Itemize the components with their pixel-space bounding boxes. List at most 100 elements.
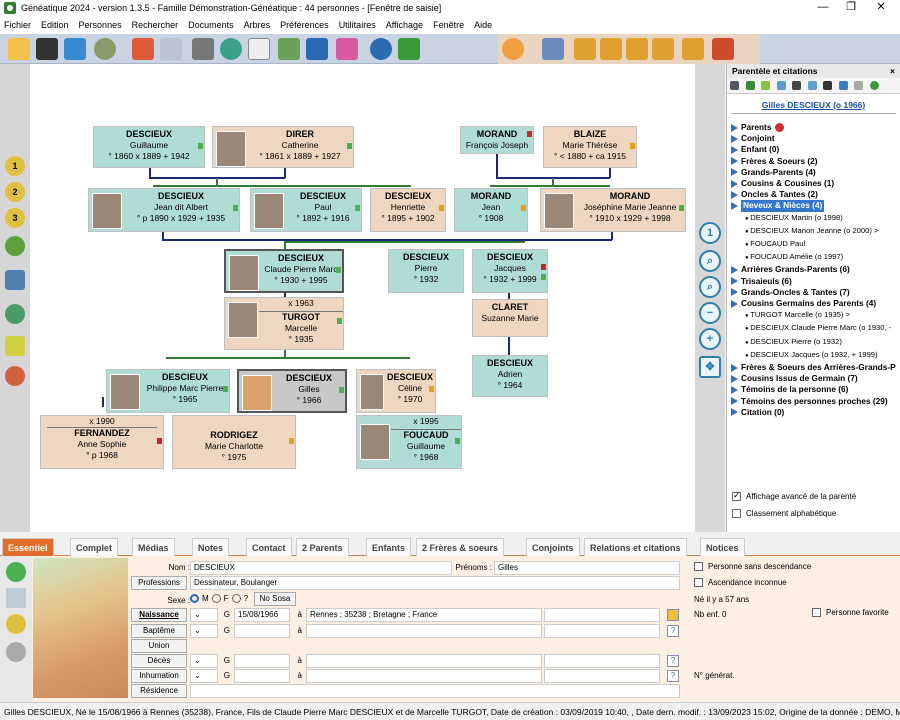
person-card-rodrigez[interactable]: RODRIGEZ Marie Charlotte ° 1975 <box>172 415 296 469</box>
person-card-guillaume[interactable]: DESCIEUX Guillaume ° 1860 x 1889 + 1942 <box>93 126 205 168</box>
radio-f[interactable] <box>211 594 221 603</box>
abc-icon[interactable] <box>823 81 833 90</box>
naissance-qualifier[interactable]: ⌄ <box>190 608 218 622</box>
generation-2-icon[interactable]: 2 <box>5 182 25 202</box>
help-icon[interactable] <box>370 38 392 60</box>
expand-arrow-icon[interactable] <box>731 190 738 199</box>
zoom-fit-icon[interactable]: ⌕ <box>699 276 721 298</box>
expand-arrow-icon[interactable] <box>731 277 738 286</box>
residence-button[interactable]: Résidence <box>131 684 187 698</box>
generation-1-icon[interactable]: 1 <box>5 156 25 176</box>
open-folder-icon[interactable] <box>8 38 30 60</box>
nom-field[interactable]: DESCIEUX <box>190 561 452 575</box>
tab-contact[interactable]: Contact <box>246 538 292 556</box>
tab-essentiel[interactable]: Essentiel <box>2 538 54 556</box>
document-icon[interactable] <box>248 38 270 60</box>
tab-complet[interactable]: Complet <box>70 538 118 556</box>
person-card-philippe[interactable]: DESCIEUX Philippe Marc Pierre ° 1965 <box>106 369 230 413</box>
person-card-jacques[interactable]: DESCIEUX Jacques ° 1932 + 1999 <box>472 249 548 293</box>
kinship-item[interactable]: Témoins de la personne (6) <box>731 384 900 395</box>
tab-notes[interactable]: Notes <box>192 538 230 556</box>
keyboard-icon[interactable] <box>192 38 214 60</box>
tab-conjoints[interactable]: Conjoints <box>526 538 580 556</box>
download-icon[interactable] <box>64 38 86 60</box>
kinship-item[interactable]: Conjoint <box>731 133 900 144</box>
kinship-item[interactable]: Enfant (0) <box>731 144 900 155</box>
panel-person-link[interactable]: Gilles DESCIEUX (o 1966) <box>731 96 896 114</box>
kinship-subitem[interactable]: FOUCAUD Amélie (o 1997) <box>731 251 900 264</box>
expand-arrow-icon[interactable] <box>731 266 738 275</box>
check-icon[interactable] <box>761 81 771 90</box>
person-card-gilles[interactable]: DESCIEUX Gilles ° 1966 <box>237 369 347 413</box>
person-card-josephine[interactable]: MORAND Joséphine Marie Jeanne ° 1910 x 1… <box>540 188 686 232</box>
kinship-subitem[interactable]: FOUCAUD Paul <box>731 238 900 251</box>
kinship-item[interactable]: Citation (0) <box>731 407 900 418</box>
tree-add-icon[interactable] <box>398 38 420 60</box>
tree-icon[interactable] <box>745 81 755 90</box>
expand-icon[interactable]: ✥ <box>699 356 721 378</box>
person-card-paul[interactable]: DESCIEUX Paul ° 1892 + 1916 <box>250 188 362 232</box>
tab-parents[interactable]: 2 Parents <box>296 538 349 556</box>
kinship-item[interactable]: Cousins Issus de Germain (7) <box>731 373 900 384</box>
kinship-subitem[interactable]: DESCIEUX Martin (o 1998) <box>731 212 900 225</box>
link-icon[interactable] <box>792 81 802 90</box>
kinship-subitem[interactable]: DESCIEUX Claude Pierre Marc (o 1930, - <box>731 322 900 335</box>
inhumation-date-field[interactable] <box>234 669 290 683</box>
professions-button[interactable]: Professions <box>131 576 187 590</box>
menu-utilitaires[interactable]: Utilitaires <box>339 20 376 30</box>
tab-notices[interactable]: Notices <box>700 538 745 556</box>
page-icon[interactable] <box>854 81 864 90</box>
minimize-button[interactable]: — <box>808 0 838 16</box>
person-photo[interactable] <box>33 558 128 698</box>
kinship-subitem[interactable]: DESCIEUX Jacques (o 1932, + 1999) <box>731 349 900 362</box>
add-mother-icon[interactable] <box>600 38 622 60</box>
kinship-item[interactable]: Neveux & Nièces (4) <box>731 200 900 212</box>
expand-arrow-icon[interactable] <box>731 202 738 211</box>
expand-arrow-icon[interactable] <box>731 146 738 154</box>
expand-arrow-icon[interactable] <box>731 397 738 406</box>
birth-note-field[interactable] <box>544 608 660 622</box>
globe-icon[interactable] <box>869 81 879 90</box>
person-card-catherine[interactable]: DIRER Catherine ° 1861 x 1889 + 1927 <box>212 126 354 168</box>
menu-fenetre[interactable]: Fenêtre <box>433 20 464 30</box>
person-card-celine[interactable]: DESCIEUX Céline ° 1970 <box>356 369 436 413</box>
person-card-foucaud[interactable]: x 1995 FOUCAUD Guillaume ° 1968 <box>356 415 462 469</box>
bapteme-button[interactable]: Baptême <box>131 624 187 638</box>
person-card-suzanne[interactable]: CLARET Suzanne Marie <box>472 299 548 337</box>
menu-rechercher[interactable]: Rechercher <box>132 20 179 30</box>
image-icon[interactable] <box>807 81 817 90</box>
inhumation-place-field[interactable] <box>306 669 542 683</box>
close-button[interactable]: ✕ <box>866 0 896 16</box>
tab-relations[interactable]: Relations et citations <box>584 538 687 556</box>
expand-arrow-icon[interactable] <box>731 288 738 297</box>
person-card-adrien[interactable]: DESCIEUX Adrien ° 1964 <box>472 355 548 397</box>
zoom-out-icon[interactable]: − <box>699 302 721 324</box>
kinship-item[interactable]: Cousins & Cousines (1) <box>731 178 900 189</box>
person-card-anne[interactable]: x 1990 FERNANDEZ Anne Sophie ° p 1968 <box>40 415 164 469</box>
generation-icon[interactable] <box>6 614 26 634</box>
expand-arrow-icon[interactable] <box>731 363 738 372</box>
expand-arrow-icon[interactable] <box>731 374 738 383</box>
tab-medias[interactable]: Médias <box>132 538 175 556</box>
checkbox-checked[interactable] <box>732 490 741 501</box>
sort-icon[interactable] <box>838 81 848 90</box>
option-sans-descendance[interactable]: Personne sans descendance <box>694 562 811 571</box>
search-icon[interactable] <box>730 81 739 90</box>
person-menu-icon[interactable] <box>502 38 524 60</box>
kinship-subitem[interactable]: TURGOT Marcelle (o 1935) > <box>731 309 900 322</box>
checkbox[interactable] <box>732 509 741 518</box>
bapteme-note-field[interactable] <box>544 624 660 638</box>
maximize-button[interactable]: ❐ <box>836 0 866 16</box>
radio-m[interactable] <box>190 594 199 603</box>
form-icon[interactable] <box>6 588 26 608</box>
menu-personnes[interactable]: Personnes <box>79 20 122 30</box>
person-card-henriette[interactable]: DESCIEUX Henriette ° 1895 + 1902 <box>370 188 446 232</box>
kinship-item[interactable]: Cousins Germains des Parents (4) <box>731 298 900 309</box>
kinship-item[interactable]: Arrières Grands-Parents (6) <box>731 264 900 275</box>
menu-documents[interactable]: Documents <box>188 20 234 30</box>
sync-icon[interactable] <box>94 38 116 60</box>
naissance-button[interactable]: Naissance <box>131 608 187 622</box>
birth-date-field[interactable]: 15/08/1966 <box>234 608 290 622</box>
expand-all-icon[interactable] <box>776 81 786 90</box>
menu-aide[interactable]: Aide <box>474 20 492 30</box>
